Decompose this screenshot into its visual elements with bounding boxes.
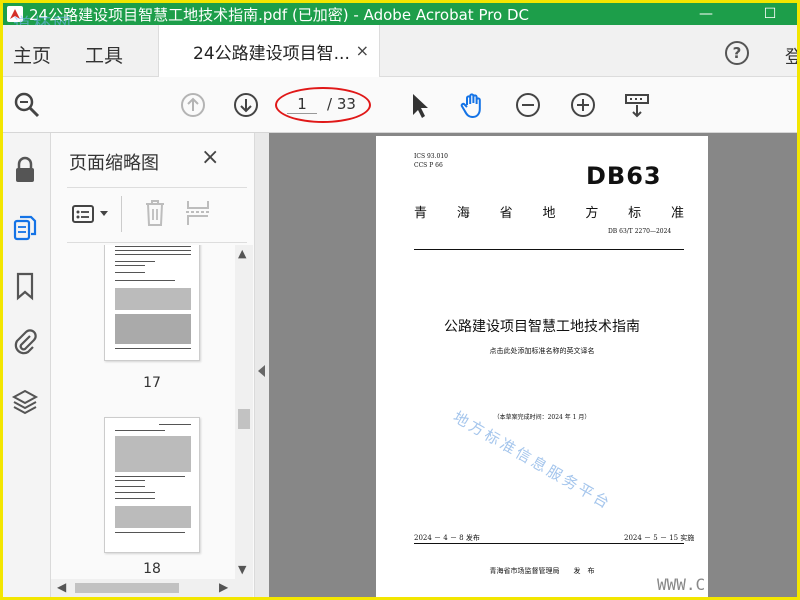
options-menu-icon[interactable] [71, 202, 95, 226]
scroll-right-icon[interactable]: ▶ [219, 580, 228, 594]
heading-char: 海 [456, 206, 470, 221]
zoom-search-icon[interactable] [13, 91, 41, 119]
thumbnail-label: 17 [143, 375, 161, 391]
bottom-rule [414, 543, 684, 544]
window-title: 24公路建设项目智慧工地技术指南.pdf (已加密) - Adobe Acrob… [29, 5, 530, 24]
extract-pages-icon[interactable] [185, 198, 211, 228]
scrollbar-thumb[interactable] [75, 583, 179, 593]
document-title: 公路建设项目智慧工地技术指南 [444, 319, 640, 335]
tab-home[interactable]: 主页 [13, 41, 51, 68]
page-thumbnail-17[interactable] [104, 245, 200, 361]
panel-title: 页面缩略图 [69, 153, 159, 174]
ics-code: ICS 93.010 [414, 153, 448, 160]
heading-char: 方 [585, 206, 599, 221]
page-thumbnails-icon[interactable] [11, 213, 39, 243]
acrobat-icon [7, 6, 23, 22]
previous-page-icon[interactable] [179, 91, 207, 119]
title-bar: 24公路建设项目智慧工地技术指南.pdf (已加密) - Adobe Acrob… [3, 3, 797, 25]
vertical-scrollbar[interactable]: ▲ ▼ [235, 245, 253, 579]
heading-char: 地 [542, 206, 556, 221]
close-panel-button[interactable]: × [201, 145, 219, 170]
publish-date: 2024 － 4 － 8 发布 [414, 534, 480, 542]
thumbnail-panel: 页面缩略图 × 17 18 ▲ ▼ ◀ ▶ [51, 133, 255, 597]
scroll-mode-icon[interactable] [623, 91, 651, 119]
login-button[interactable]: 登 [785, 43, 797, 69]
collapse-arrow-icon [258, 365, 265, 377]
pdf-page: ICS 93.010 CCS P 66 DB63 青 海 省 地 方 标 准 D… [376, 136, 708, 597]
close-tab-button[interactable]: × [356, 41, 369, 60]
scroll-up-icon[interactable]: ▲ [238, 247, 246, 260]
standard-heading: 青 海 省 地 方 标 准 [414, 202, 684, 221]
corner-watermark: WWW.C [657, 575, 706, 594]
heading-char: 青 [414, 206, 428, 221]
app-window: 24公路建设项目智慧工地技术指南.pdf (已加密) - Adobe Acrob… [0, 0, 800, 600]
thumbnail-label: 18 [143, 561, 161, 577]
help-icon[interactable]: ? [725, 41, 749, 65]
scroll-down-icon[interactable]: ▼ [238, 563, 246, 576]
heading-char: 准 [670, 206, 684, 221]
standard-number: DB 63/T 2270—2024 [608, 228, 672, 235]
lock-icon[interactable] [11, 155, 39, 185]
panel-toolbar [67, 187, 247, 243]
ccs-code: CCS P 66 [414, 162, 443, 169]
db-code: DB63 [586, 162, 662, 190]
draft-note: （本草案完成时间：2024 年 1 月） [493, 414, 591, 421]
highlight-annotation [275, 87, 371, 123]
document-tab-label: 24公路建设项目智... [193, 43, 350, 64]
bookmark-icon[interactable] [11, 271, 39, 301]
tab-tools[interactable]: 工具 [85, 41, 123, 68]
top-rule [414, 249, 684, 250]
classification-codes: ICS 93.010 CCS P 66 [414, 152, 448, 170]
heading-char: 省 [499, 206, 513, 221]
maximize-button[interactable]: ☐ [747, 3, 793, 25]
panel-collapse-handle[interactable] [255, 133, 269, 597]
tab-document[interactable]: 24公路建设项目智... × [158, 25, 380, 77]
next-page-icon[interactable] [232, 91, 260, 119]
divider [121, 196, 122, 232]
minimize-button[interactable]: — [683, 3, 729, 25]
document-view[interactable]: ICS 93.010 CCS P 66 DB63 青 海 省 地 方 标 准 D… [269, 133, 797, 597]
heading-char: 标 [628, 206, 642, 221]
left-rail [3, 133, 51, 597]
attachment-icon[interactable] [11, 327, 39, 357]
english-title-placeholder: 点击此处添加标准名称的英文译名 [489, 347, 595, 355]
scrollbar-thumb[interactable] [238, 409, 250, 429]
scroll-left-icon[interactable]: ◀ [57, 580, 66, 594]
toolbar: 1 / 33 [3, 77, 797, 133]
horizontal-scrollbar[interactable]: ◀ ▶ [51, 579, 253, 597]
platform-watermark: 地方标准信息服务平台 [450, 407, 615, 514]
chevron-down-icon[interactable] [99, 210, 109, 218]
delete-page-icon[interactable] [143, 198, 167, 228]
thumbnail-list: 17 18 [51, 245, 235, 579]
implement-date: 2024 － 5 － 15 实施 [624, 534, 695, 542]
page-thumbnail-18[interactable] [104, 417, 200, 553]
tab-row: 主页 工具 24公路建设项目智... × ? 登 [3, 25, 797, 77]
zoom-in-icon[interactable] [569, 91, 597, 119]
hand-tool-icon[interactable] [459, 91, 487, 119]
layers-icon[interactable] [11, 387, 39, 417]
select-arrow-icon[interactable] [406, 91, 434, 119]
zoom-out-icon[interactable] [514, 91, 542, 119]
